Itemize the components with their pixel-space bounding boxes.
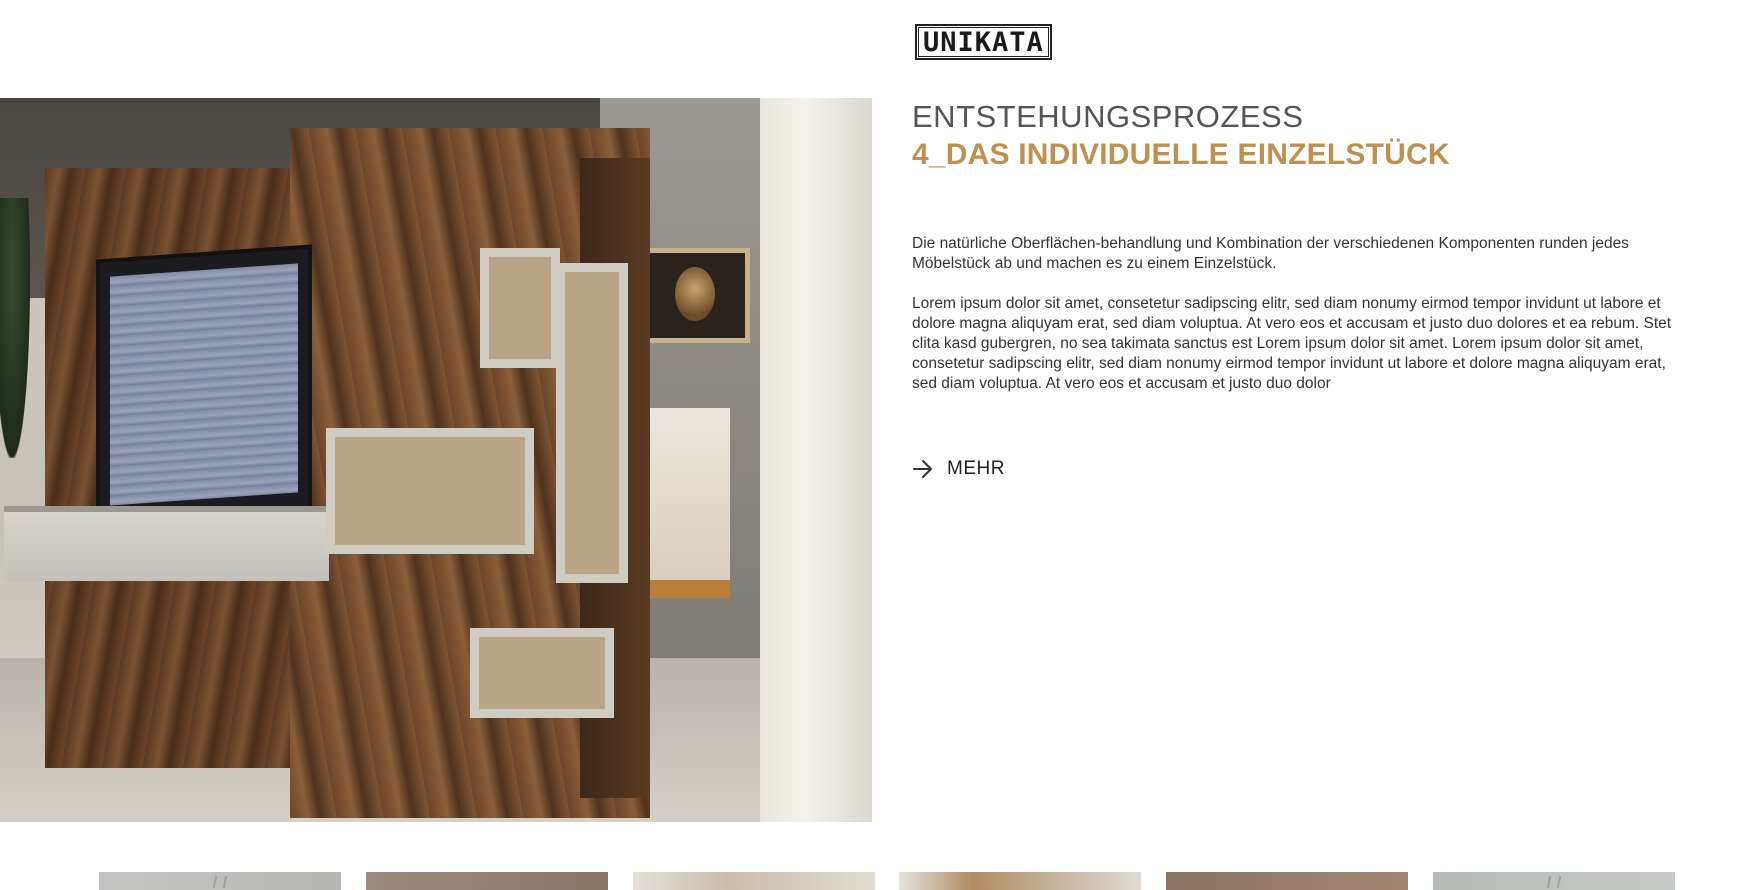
intro-paragraph: Die natürliche Oberflächen-behandlung un… (912, 235, 1629, 272)
content-section: ENTSTEHUNGSPROZESS 4_DAS INDIVIDUELLE EI… (912, 98, 1672, 394)
more-label: MEHR (947, 458, 1005, 479)
thumbnail[interactable] (899, 872, 1141, 890)
arrow-right-icon (913, 460, 932, 478)
thumbnail[interactable] (1433, 872, 1675, 890)
thumbnail[interactable] (633, 872, 875, 890)
hero-image (0, 98, 872, 822)
page-title: 4_DAS INDIVIDUELLE EINZELSTÜCK (912, 138, 1450, 171)
thumbnail[interactable] (366, 872, 608, 890)
body-paragraph: Lorem ipsum dolor sit amet, consetetur s… (912, 295, 1672, 392)
section-eyebrow: ENTSTEHUNGSPROZESS (912, 99, 1304, 134)
more-link[interactable]: MEHR (912, 458, 1005, 480)
thumbnail[interactable] (1166, 872, 1408, 890)
thumbnail-strip (99, 872, 1675, 890)
logo[interactable]: UNIKATA (915, 24, 1052, 60)
thumbnail[interactable] (99, 872, 341, 890)
